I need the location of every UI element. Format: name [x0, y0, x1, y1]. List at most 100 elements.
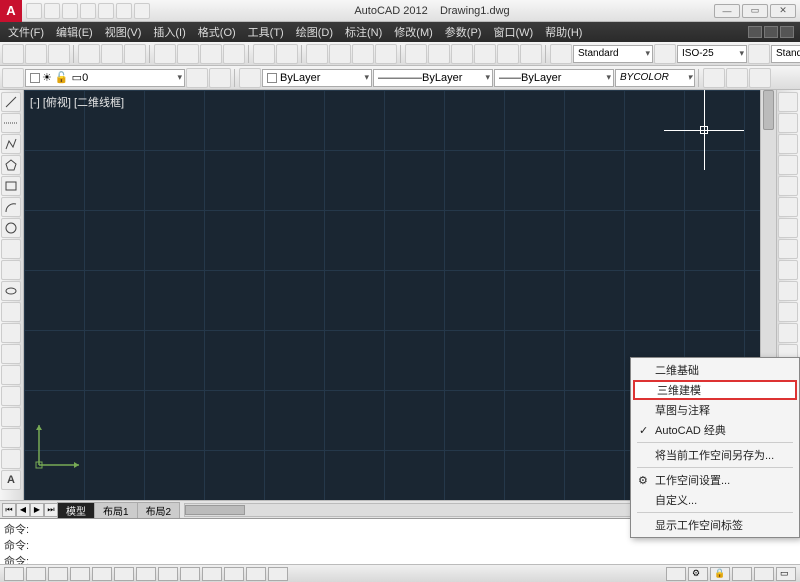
ellipse-icon[interactable]	[1, 281, 21, 301]
stretch-icon[interactable]	[778, 260, 798, 280]
textstyle-combo[interactable]: Standard	[573, 45, 653, 63]
status-otrack[interactable]	[136, 567, 156, 581]
status-polar[interactable]	[70, 567, 90, 581]
polygon-icon[interactable]	[1, 155, 21, 175]
tablestyle-combo[interactable]: Standard	[771, 45, 800, 63]
qat-new-icon[interactable]	[26, 3, 42, 19]
erase-icon[interactable]	[778, 92, 798, 112]
preview-icon[interactable]	[101, 44, 123, 64]
status-clean-screen[interactable]: ▭	[776, 567, 796, 581]
cmd-prompt[interactable]: 命令:	[4, 553, 796, 564]
app-menu-button[interactable]: A	[0, 0, 22, 22]
menu-dimension[interactable]: 标注(N)	[339, 22, 388, 42]
hscroll-thumb[interactable]	[185, 505, 245, 515]
make-block-icon[interactable]	[726, 68, 748, 88]
publish-icon[interactable]	[124, 44, 146, 64]
menu-modify[interactable]: 修改(M)	[388, 22, 439, 42]
layer-combo[interactable]: ☀ 🔓 ▭ 0	[25, 69, 185, 87]
status-qp[interactable]	[246, 567, 266, 581]
offset-icon[interactable]	[778, 155, 798, 175]
circle-icon[interactable]	[1, 218, 21, 238]
menu-tools[interactable]: 工具(T)	[242, 22, 290, 42]
menu-window[interactable]: 窗口(W)	[487, 22, 539, 42]
status-model-space[interactable]	[666, 567, 686, 581]
move-icon[interactable]	[778, 197, 798, 217]
design-center-icon[interactable]	[428, 44, 450, 64]
mdi-close-button[interactable]	[780, 26, 794, 38]
menu-draw[interactable]: 绘图(D)	[290, 22, 339, 42]
status-isolate[interactable]	[754, 567, 774, 581]
maximize-button[interactable]: ▭	[742, 4, 768, 18]
layer-previous-icon[interactable]	[186, 68, 208, 88]
redo-icon[interactable]	[276, 44, 298, 64]
cm-customize[interactable]: 自定义...	[633, 490, 797, 510]
tab-layout1[interactable]: 布局1	[94, 502, 138, 518]
gradient-icon[interactable]	[1, 407, 21, 427]
tab-nav-first[interactable]: ⏮	[2, 503, 16, 517]
status-grid[interactable]	[26, 567, 46, 581]
mtext-icon[interactable]: A	[1, 470, 21, 490]
menu-insert[interactable]: 插入(I)	[147, 22, 191, 42]
rotate-icon[interactable]	[778, 218, 798, 238]
close-button[interactable]: ✕	[770, 4, 796, 18]
tab-nav-next[interactable]: ▶	[30, 503, 44, 517]
scale-icon[interactable]	[778, 239, 798, 259]
construction-line-icon[interactable]	[1, 113, 21, 133]
point-icon[interactable]	[1, 365, 21, 385]
dimstyle-icon[interactable]	[654, 44, 676, 64]
status-sc[interactable]	[268, 567, 288, 581]
menu-help[interactable]: 帮助(H)	[539, 22, 588, 42]
status-snap[interactable]	[4, 567, 24, 581]
menu-format[interactable]: 格式(O)	[192, 22, 242, 42]
qat-more-icon[interactable]	[134, 3, 150, 19]
rectangle-icon[interactable]	[1, 176, 21, 196]
plotstyle-combo[interactable]: BYCOLOR	[615, 69, 695, 87]
layer-manager-icon[interactable]	[2, 68, 24, 88]
status-dyn[interactable]	[180, 567, 200, 581]
break-at-point-icon[interactable]	[778, 323, 798, 343]
vscroll-thumb[interactable]	[763, 90, 774, 130]
make-block-icon2[interactable]	[1, 344, 21, 364]
status-hardware-accel[interactable]	[732, 567, 752, 581]
plot-icon[interactable]	[78, 44, 100, 64]
status-lwt[interactable]	[202, 567, 222, 581]
polyline-icon[interactable]	[1, 134, 21, 154]
trim-icon[interactable]	[778, 281, 798, 301]
status-osnap[interactable]	[92, 567, 112, 581]
copy-obj-icon[interactable]	[778, 113, 798, 133]
qat-print-icon[interactable]	[116, 3, 132, 19]
line-icon[interactable]	[1, 92, 21, 112]
table-icon[interactable]	[1, 449, 21, 469]
revision-cloud-icon[interactable]	[1, 239, 21, 259]
cm-save-workspace-as[interactable]: 将当前工作空间另存为...	[633, 445, 797, 465]
tab-model[interactable]: 模型	[57, 502, 95, 518]
block-editor-icon[interactable]	[749, 68, 771, 88]
new-icon[interactable]	[2, 44, 24, 64]
minimize-button[interactable]: —	[714, 4, 740, 18]
color-combo[interactable]: ByLayer	[262, 69, 372, 87]
cut-icon[interactable]	[154, 44, 176, 64]
cm-workspace-settings[interactable]: 工作空间设置...	[633, 470, 797, 490]
ellipse-arc-icon[interactable]	[1, 302, 21, 322]
tab-nav-prev[interactable]: ◀	[16, 503, 30, 517]
array-icon[interactable]	[778, 176, 798, 196]
menu-parametric[interactable]: 参数(P)	[439, 22, 488, 42]
linetype-combo[interactable]: ———— ByLayer	[373, 69, 493, 87]
cm-autocad-classic[interactable]: AutoCAD 经典	[633, 420, 797, 440]
pan-icon[interactable]	[306, 44, 328, 64]
arc-icon[interactable]	[1, 197, 21, 217]
zoom-window-icon[interactable]	[352, 44, 374, 64]
match-prop-icon[interactable]	[223, 44, 245, 64]
zoom-previous-icon[interactable]	[375, 44, 397, 64]
cm-drafting-annotation[interactable]: 草图与注释	[633, 400, 797, 420]
region-icon[interactable]	[1, 428, 21, 448]
insert-block-icon2[interactable]	[1, 323, 21, 343]
undo-icon[interactable]	[253, 44, 275, 64]
dimstyle-combo[interactable]: ISO-25	[677, 45, 747, 63]
textstyle-icon[interactable]	[550, 44, 572, 64]
status-ortho[interactable]	[48, 567, 68, 581]
status-tpy[interactable]	[224, 567, 244, 581]
tab-nav-last[interactable]: ⏭	[44, 503, 58, 517]
copy-icon[interactable]	[177, 44, 199, 64]
cm-show-workspace-label[interactable]: 显示工作空间标签	[633, 515, 797, 535]
